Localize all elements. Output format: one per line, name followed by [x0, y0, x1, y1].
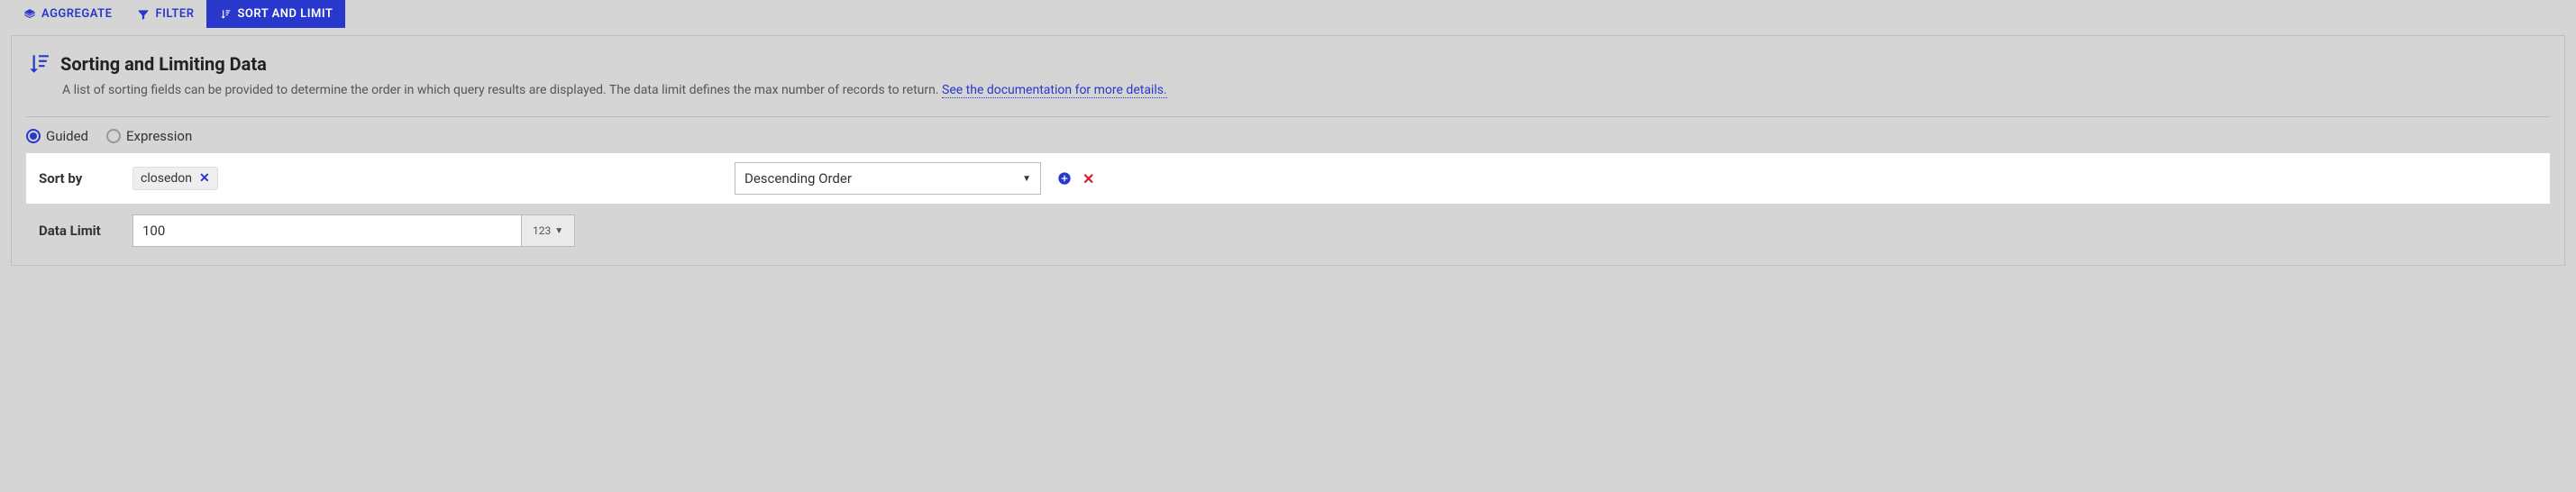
radio-label: Guided: [46, 128, 88, 144]
type-label: 123: [533, 224, 551, 237]
sort-by-row: Sort by closedon ✕ Descending Order ▼ ✕: [26, 153, 2550, 204]
data-limit-row: Data Limit 100 123 ▼: [26, 214, 2550, 247]
close-icon[interactable]: ✕: [199, 171, 210, 186]
mode-radio-group: Guided Expression: [26, 128, 2550, 144]
divider: [26, 116, 2550, 117]
sort-order-select[interactable]: Descending Order ▼: [735, 162, 1041, 195]
select-value: Descending Order: [744, 170, 852, 187]
description-text: A list of sorting fields can be provided…: [62, 83, 942, 97]
radio-unchecked-icon: [106, 129, 121, 143]
sort-icon: [26, 52, 50, 76]
data-limit-input[interactable]: 100: [133, 215, 521, 246]
tab-bar: AGGREGATE FILTER SORT AND LIMIT: [0, 0, 2576, 28]
sort-limit-panel: Sorting and Limiting Data A list of sort…: [11, 35, 2565, 266]
add-sort-button[interactable]: [1057, 171, 1072, 186]
filter-icon: [137, 8, 150, 21]
data-limit-type-select[interactable]: 123 ▼: [521, 215, 574, 246]
layers-icon: [23, 8, 36, 21]
documentation-link[interactable]: See the documentation for more details.: [942, 83, 1167, 98]
tab-label: AGGREGATE: [41, 7, 112, 21]
tab-sort-and-limit[interactable]: SORT AND LIMIT: [206, 0, 345, 28]
radio-expression[interactable]: Expression: [106, 128, 192, 144]
data-limit-label: Data Limit: [39, 223, 116, 239]
sort-by-label: Sort by: [39, 170, 116, 187]
tab-label: SORT AND LIMIT: [237, 7, 333, 21]
tab-aggregate[interactable]: AGGREGATE: [11, 0, 124, 28]
chip-label: closedon: [141, 171, 192, 186]
radio-guided[interactable]: Guided: [26, 128, 88, 144]
chevron-down-icon: ▼: [1022, 174, 1031, 184]
sort-field-chip: closedon ✕: [132, 167, 218, 190]
sort-field-input[interactable]: closedon ✕: [132, 167, 718, 190]
sort-icon: [219, 8, 232, 21]
radio-label: Expression: [126, 128, 192, 144]
chevron-down-icon: ▼: [554, 226, 563, 236]
panel-description: A list of sorting fields can be provided…: [62, 81, 2550, 100]
remove-sort-button[interactable]: ✕: [1082, 170, 1094, 187]
panel-title: Sorting and Limiting Data: [60, 53, 267, 75]
radio-checked-icon: [26, 129, 41, 143]
tab-label: FILTER: [155, 7, 194, 21]
tab-filter[interactable]: FILTER: [124, 0, 206, 28]
